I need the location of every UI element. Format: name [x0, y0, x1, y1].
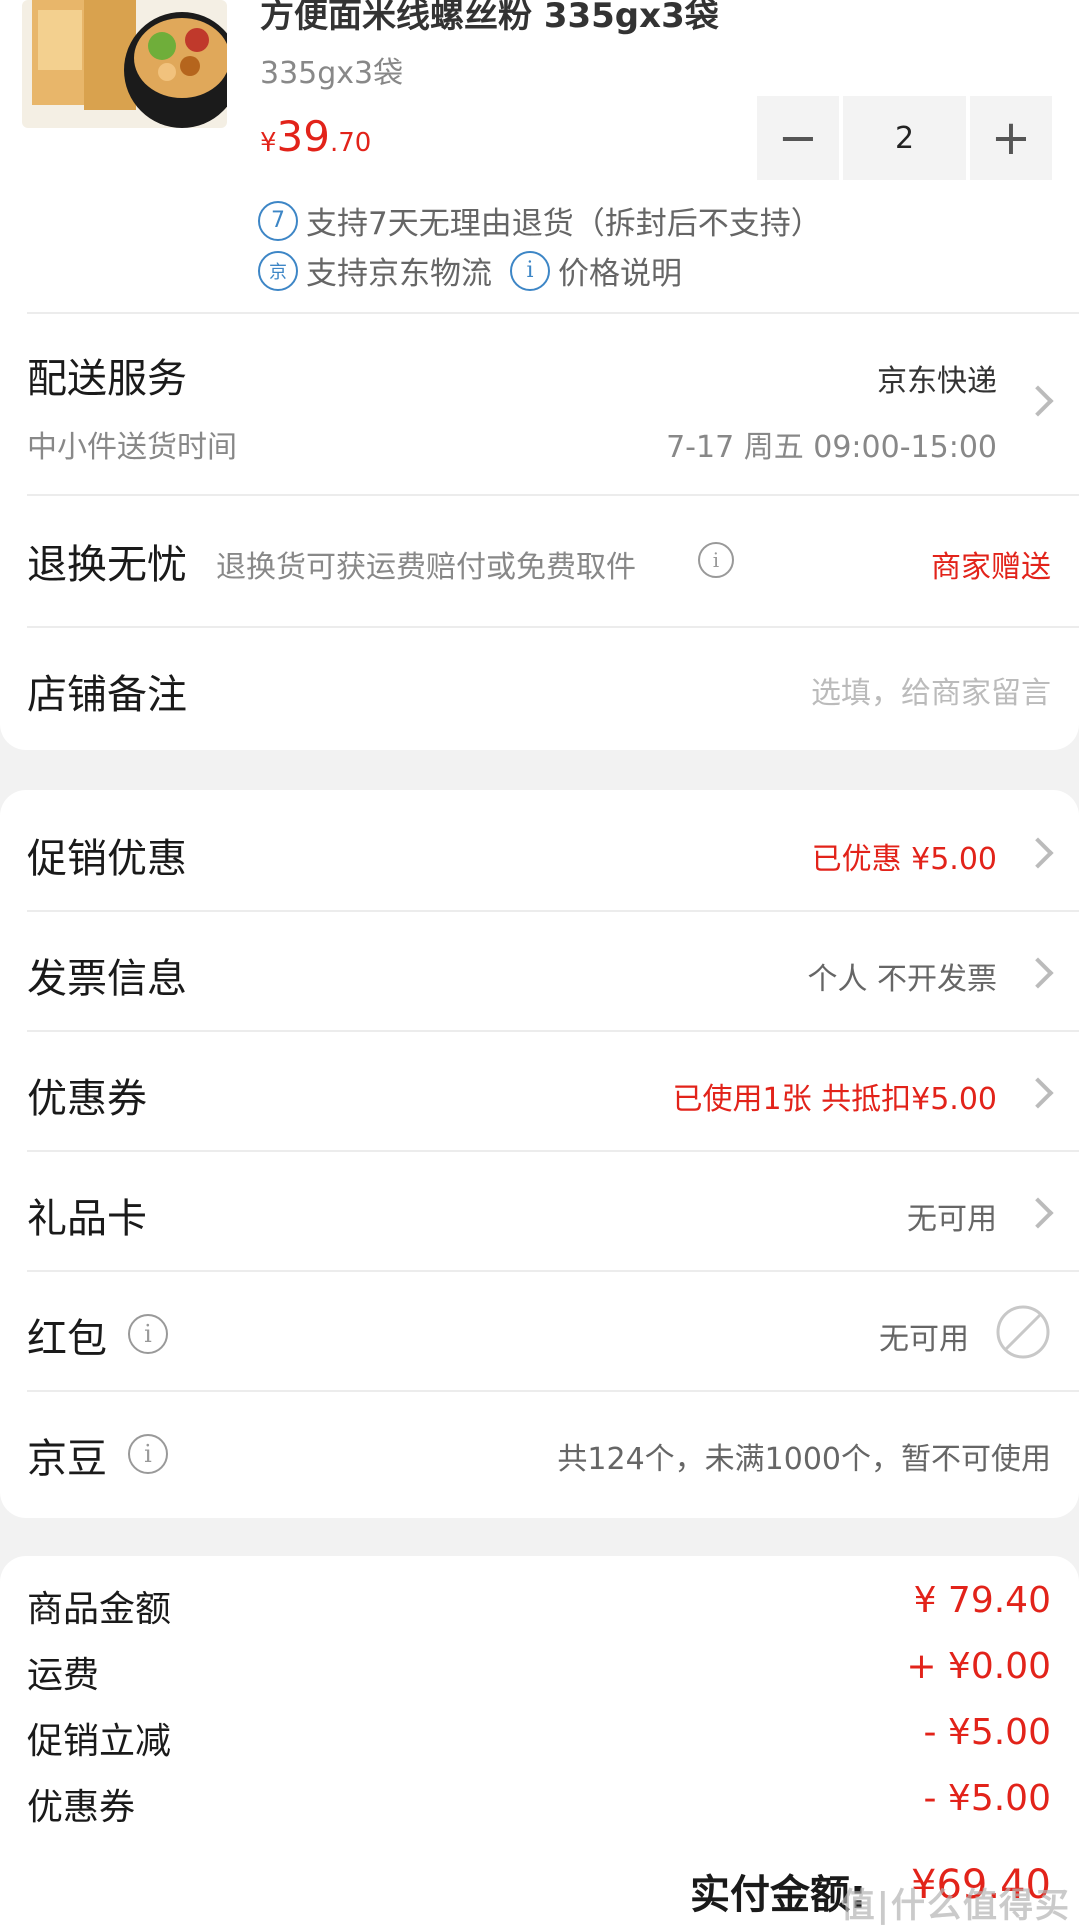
jingdou-title: 京豆: [27, 1436, 107, 1482]
chevron-right-icon: [1022, 957, 1054, 989]
product-image[interactable]: [22, 0, 227, 128]
coupon-title: 优惠券: [27, 1076, 147, 1122]
price-integer: 39: [276, 112, 330, 161]
chevron-right-icon: [1022, 385, 1054, 417]
coupon-deduction-label: 优惠券: [27, 1787, 136, 1828]
delivery-subtitle: 中小件送货时间: [27, 430, 237, 465]
divider: [27, 626, 1079, 628]
decrease-button[interactable]: −: [757, 96, 839, 180]
shipping-value: + ¥0.00: [906, 1646, 1051, 1687]
disabled-icon: [996, 1305, 1050, 1359]
watermark-logo: 值|什么值得买: [840, 1886, 1071, 1926]
goods-amount-label: 商品金额: [27, 1589, 172, 1630]
price-symbol: ¥: [260, 128, 277, 158]
invoice-title: 发票信息: [27, 956, 187, 1002]
logistics-policy: 京 支持京东物流 i 价格说明: [258, 248, 682, 293]
promo-reduction-label: 促销立减: [27, 1721, 172, 1762]
return-policy: 7 支持7天无理由退货（拆封后不支持）: [258, 198, 822, 243]
giftcard-value: 无可用: [907, 1202, 997, 1237]
divider: [27, 494, 1079, 496]
info-icon[interactable]: i: [128, 1314, 168, 1354]
divider: [27, 910, 1079, 912]
divider: [27, 1390, 1079, 1392]
chevron-right-icon: [1022, 1197, 1054, 1229]
product-price: ¥39.70: [260, 112, 371, 161]
divider: [27, 1030, 1079, 1032]
chevron-right-icon: [1022, 1077, 1054, 1109]
info-icon[interactable]: i: [698, 542, 734, 578]
delivery-title: 配送服务: [27, 356, 187, 402]
quantity-value[interactable]: 2: [843, 96, 966, 180]
note-input[interactable]: 选填，给商家留言: [811, 668, 1051, 712]
jingdou-value: 共124个，未满1000个，暂不可使用: [557, 1442, 1051, 1477]
price-info-link[interactable]: 价格说明: [558, 248, 682, 293]
logistics-text: 支持京东物流: [306, 256, 492, 292]
promo-value: 已优惠 ¥5.00: [811, 842, 997, 877]
coupon-deduction-value: - ¥5.00: [923, 1778, 1052, 1819]
order-card: 方便面米线螺丝粉 335gx3袋 335gx3袋 ¥39.70 − 2 + 7 …: [0, 0, 1079, 750]
coupon-value: 已使用1张 共抵扣¥5.00: [672, 1082, 997, 1117]
promo-title: 促销优惠: [27, 836, 187, 882]
divider: [27, 312, 1079, 314]
price-decimal: .70: [330, 128, 372, 158]
info-icon[interactable]: i: [128, 1434, 168, 1474]
options-card: 促销优惠 已优惠 ¥5.00 发票信息 个人 不开发票 优惠券 已使用1张 共抵…: [0, 790, 1079, 1518]
product-title[interactable]: 方便面米线螺丝粉 335gx3袋: [260, 0, 719, 37]
jd-logistics-icon: 京: [258, 250, 298, 291]
quantity-stepper: − 2 +: [757, 96, 1052, 180]
chevron-right-icon: [1022, 837, 1054, 869]
redpacket-value: 无可用: [879, 1322, 969, 1357]
returns-title: 退换无忧: [27, 542, 187, 588]
shipping-label: 运费: [27, 1655, 100, 1696]
delivery-carrier: 京东快递: [877, 364, 997, 399]
product-spec: 335gx3袋: [260, 56, 404, 91]
returns-desc: 退换货可获运费赔付或免费取件: [216, 550, 636, 585]
return-policy-text: 支持7天无理由退货（拆封后不支持）: [306, 206, 822, 242]
redpacket-title: 红包: [27, 1316, 107, 1362]
note-title: 店铺备注: [27, 672, 187, 718]
giftcard-title: 礼品卡: [27, 1196, 147, 1242]
goods-amount-value: ¥ 79.40: [913, 1580, 1051, 1621]
returns-value: 商家赠送: [931, 550, 1051, 585]
price-info-icon[interactable]: i: [510, 250, 550, 291]
divider: [27, 1270, 1079, 1272]
invoice-value: 个人 不开发票: [807, 962, 997, 997]
increase-button[interactable]: +: [970, 96, 1052, 180]
delivery-time: 7-17 周五 09:00-15:00: [666, 430, 997, 465]
divider: [27, 1150, 1079, 1152]
seven-day-icon: 7: [258, 200, 298, 241]
promo-reduction-value: - ¥5.00: [923, 1712, 1052, 1753]
